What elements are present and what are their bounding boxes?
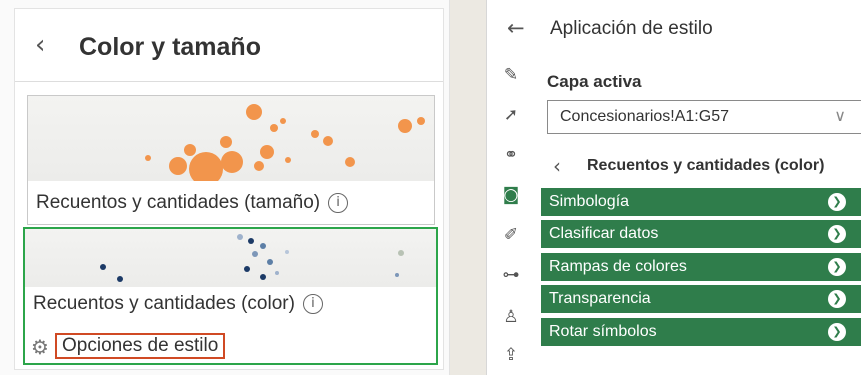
chevron-right-icon[interactable]: ❯ [828, 290, 846, 309]
active-layer-value: Concesionarios!A1:G57 [560, 108, 729, 125]
active-layer-select[interactable]: Concesionarios!A1:G57 ∨ [547, 100, 861, 134]
color-style-card[interactable]: Recuentos y cantidades (color) i ⚙ Opcion… [23, 227, 438, 365]
chevron-right-icon[interactable]: ❯ [828, 225, 846, 244]
analysis-icon[interactable]: ⚭ [500, 144, 522, 166]
panel-title: Color y tamaño [79, 33, 261, 61]
tool-icon-bar: ✎ ➚ ⚭ ◙ ✐ ⊶ ♙ ⇪ [487, 56, 535, 375]
size-symbols-preview [145, 104, 425, 186]
section-symbology[interactable]: Simbología ❯ [541, 188, 861, 216]
styling-icon[interactable]: ✎ [500, 64, 522, 86]
pane-title: Aplicación de estilo [550, 18, 713, 39]
section-color-ramps[interactable]: Rampas de colores ❯ [541, 252, 861, 281]
chevron-right-icon[interactable]: ❯ [828, 322, 846, 341]
info-icon[interactable]: i [302, 293, 323, 314]
route-icon[interactable]: ⊶ [500, 264, 522, 286]
card-label-size-text: Recuentos y cantidades (tamaño) [36, 192, 321, 213]
chevron-right-icon[interactable]: ❯ [828, 193, 846, 211]
gear-icon: ⚙ [31, 335, 49, 359]
section-label: Clasificar datos [549, 225, 659, 243]
color-size-panel: ‹ Color y tamaño Recuentos y cantidades … [0, 0, 450, 375]
card-label-size: Recuentos y cantidades (tamaño) i [36, 192, 349, 214]
styling-pane: ← Aplicación de estilo ✎ ➚ ⚭ ◙ ✐ ⊶ ♙ ⇪ C… [486, 0, 861, 375]
section-label: Simbología [549, 193, 630, 210]
card-label-color: Recuentos y cantidades (color) i [33, 293, 323, 315]
section-transparency[interactable]: Transparencia ❯ [541, 285, 861, 314]
section-label: Rampas de colores [549, 257, 687, 275]
back-chevron-icon[interactable]: ‹ [553, 154, 561, 178]
select-icon[interactable]: ➚ [500, 104, 522, 126]
section-label: Transparencia [549, 290, 651, 308]
people-icon[interactable]: ♙ [500, 306, 522, 328]
layers-icon[interactable]: ◙ [500, 184, 522, 206]
section-rotate-symbols[interactable]: Rotar símbolos ❯ [541, 317, 861, 346]
card-label-color-text: Recuentos y cantidades (color) [33, 293, 295, 314]
sub-title: Recuentos y cantidades (color) [587, 157, 825, 174]
chevron-right-icon[interactable]: ❯ [828, 257, 846, 276]
back-chevron-icon[interactable]: ‹ [35, 31, 45, 59]
size-map-preview [28, 96, 434, 186]
color-map-preview [25, 229, 436, 287]
panel-header: ‹ Color y tamaño [15, 9, 443, 82]
color-symbols-preview [100, 234, 404, 282]
section-label: Rotar símbolos [549, 322, 657, 340]
active-layer-label: Capa activa [547, 72, 642, 91]
style-options-button[interactable]: Opciones de estilo [55, 333, 226, 359]
pane-header: ← Aplicación de estilo [487, 0, 861, 56]
map-background-strip [450, 0, 486, 375]
back-arrow-icon[interactable]: ← [507, 16, 525, 40]
info-icon[interactable]: i [328, 192, 349, 213]
share-icon[interactable]: ⇪ [500, 344, 522, 366]
size-style-card[interactable]: Recuentos y cantidades (tamaño) i [27, 95, 435, 225]
chevron-down-icon: ∨ [834, 106, 846, 125]
sub-header: ‹ Recuentos y cantidades (color) [541, 146, 861, 186]
section-classify-data[interactable]: Clasificar datos ❯ [541, 220, 861, 249]
color-size-card-container: ‹ Color y tamaño Recuentos y cantidades … [14, 8, 444, 370]
edit-icon[interactable]: ✐ [500, 224, 522, 246]
style-sections: Simbología ❯ Clasificar datos ❯ Rampas d… [541, 188, 861, 350]
